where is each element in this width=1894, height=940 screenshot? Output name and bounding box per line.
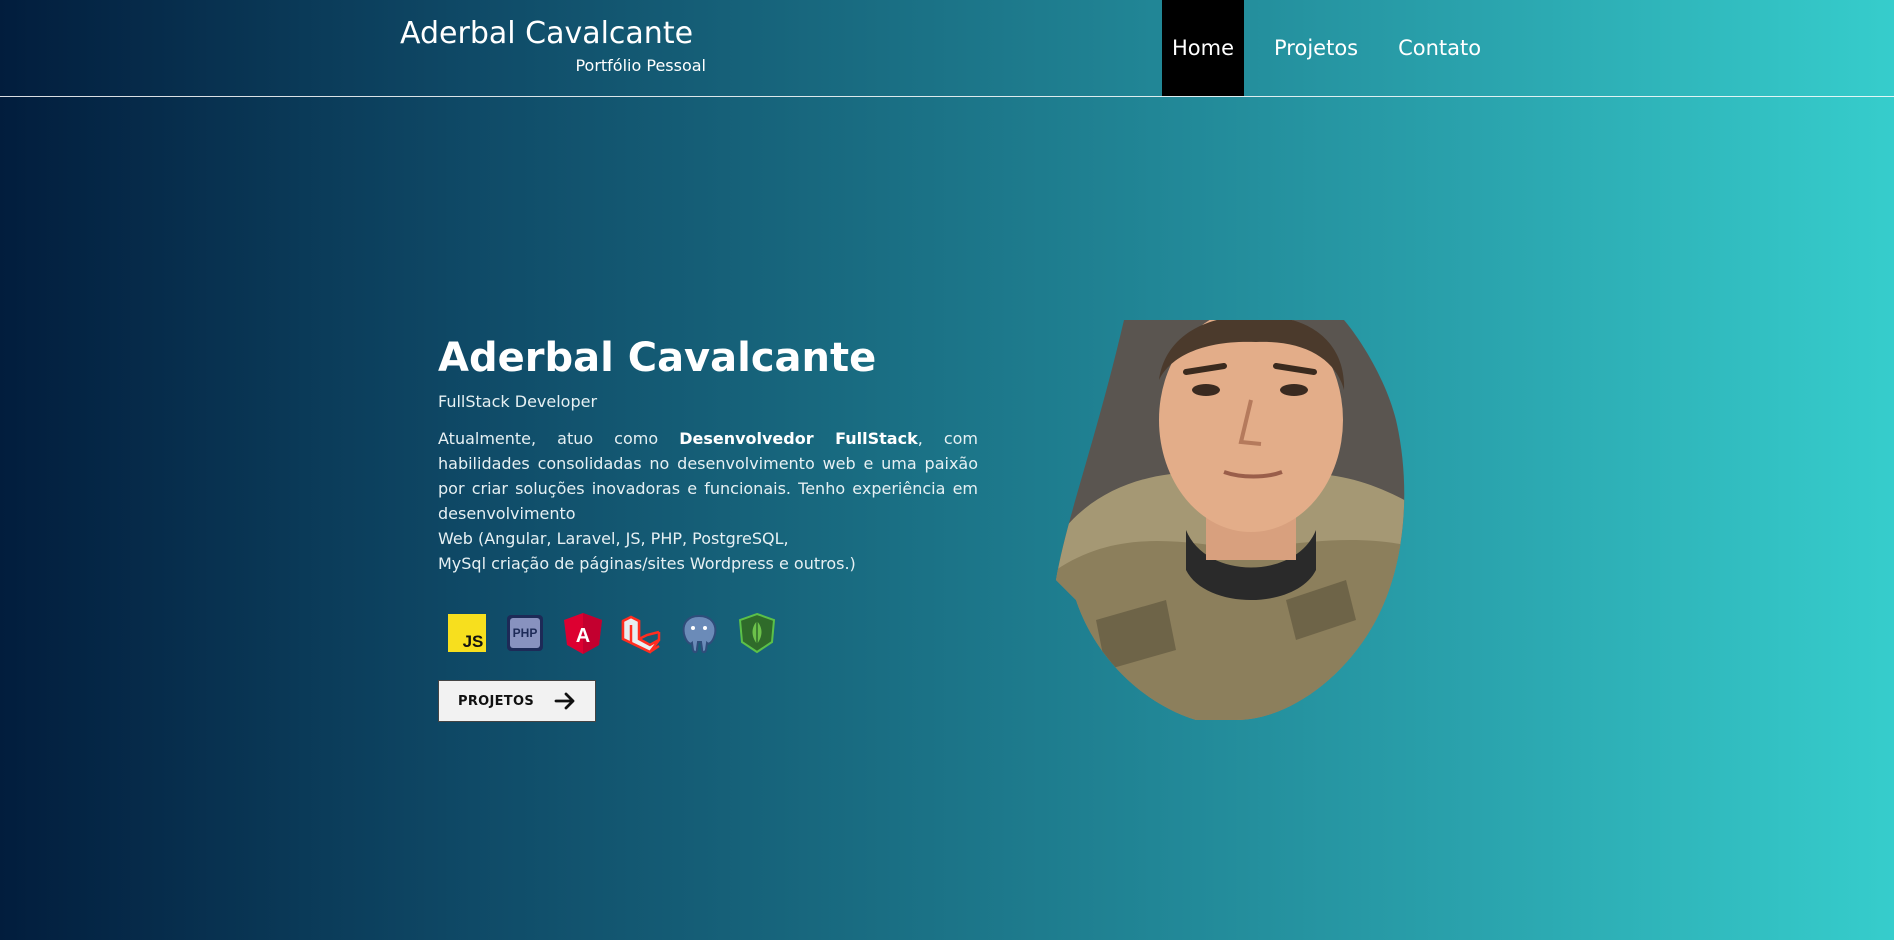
main-nav: Home Projetos Contato xyxy=(1162,0,1511,96)
javascript-icon: JS xyxy=(446,612,488,654)
brand-title: Aderbal Cavalcante xyxy=(400,16,694,51)
arrow-right-icon xyxy=(554,692,575,710)
hero-role: FullStack Developer xyxy=(438,392,598,411)
laravel-icon xyxy=(620,612,662,654)
brand[interactable]: Aderbal Cavalcante Portfólio Pessoal xyxy=(400,14,706,76)
postgresql-icon xyxy=(678,612,720,654)
desc-line-2: Web (Angular, Laravel, JS, PHP, PostgreS… xyxy=(438,529,789,548)
svg-text:A: A xyxy=(576,625,590,647)
desc-bold: Desenvolvedor FullStack xyxy=(679,429,918,448)
site-header: Aderbal Cavalcante Portfólio Pessoal Hom… xyxy=(0,0,1894,97)
hero-section: Aderbal Cavalcante FullStack Developer A… xyxy=(438,332,978,722)
profile-avatar xyxy=(1056,320,1452,720)
desc-prefix: Atualmente, atuo como xyxy=(438,429,680,448)
angular-icon: A xyxy=(562,612,604,654)
nav-item-contato[interactable]: Contato xyxy=(1388,0,1491,96)
brand-subtitle: Portfólio Pessoal xyxy=(575,56,706,75)
nav-item-home[interactable]: Home xyxy=(1162,0,1245,96)
projects-button[interactable]: PROJETOS xyxy=(438,680,596,722)
mongodb-icon xyxy=(736,612,778,654)
nav-item-projetos[interactable]: Projetos xyxy=(1264,0,1368,96)
hero-description: Atualmente, atuo como Desenvolvedor Full… xyxy=(438,426,978,576)
php-icon: PHP xyxy=(504,612,546,654)
projects-button-label: PROJETOS xyxy=(458,693,534,709)
svg-text:JS: JS xyxy=(463,632,484,651)
hero-name: Aderbal Cavalcante xyxy=(438,335,877,381)
tech-icons: JS PHP A xyxy=(446,612,978,654)
svg-text:PHP: PHP xyxy=(513,626,538,640)
desc-line-3: MySql criação de páginas/sites Wordpress… xyxy=(438,554,856,573)
